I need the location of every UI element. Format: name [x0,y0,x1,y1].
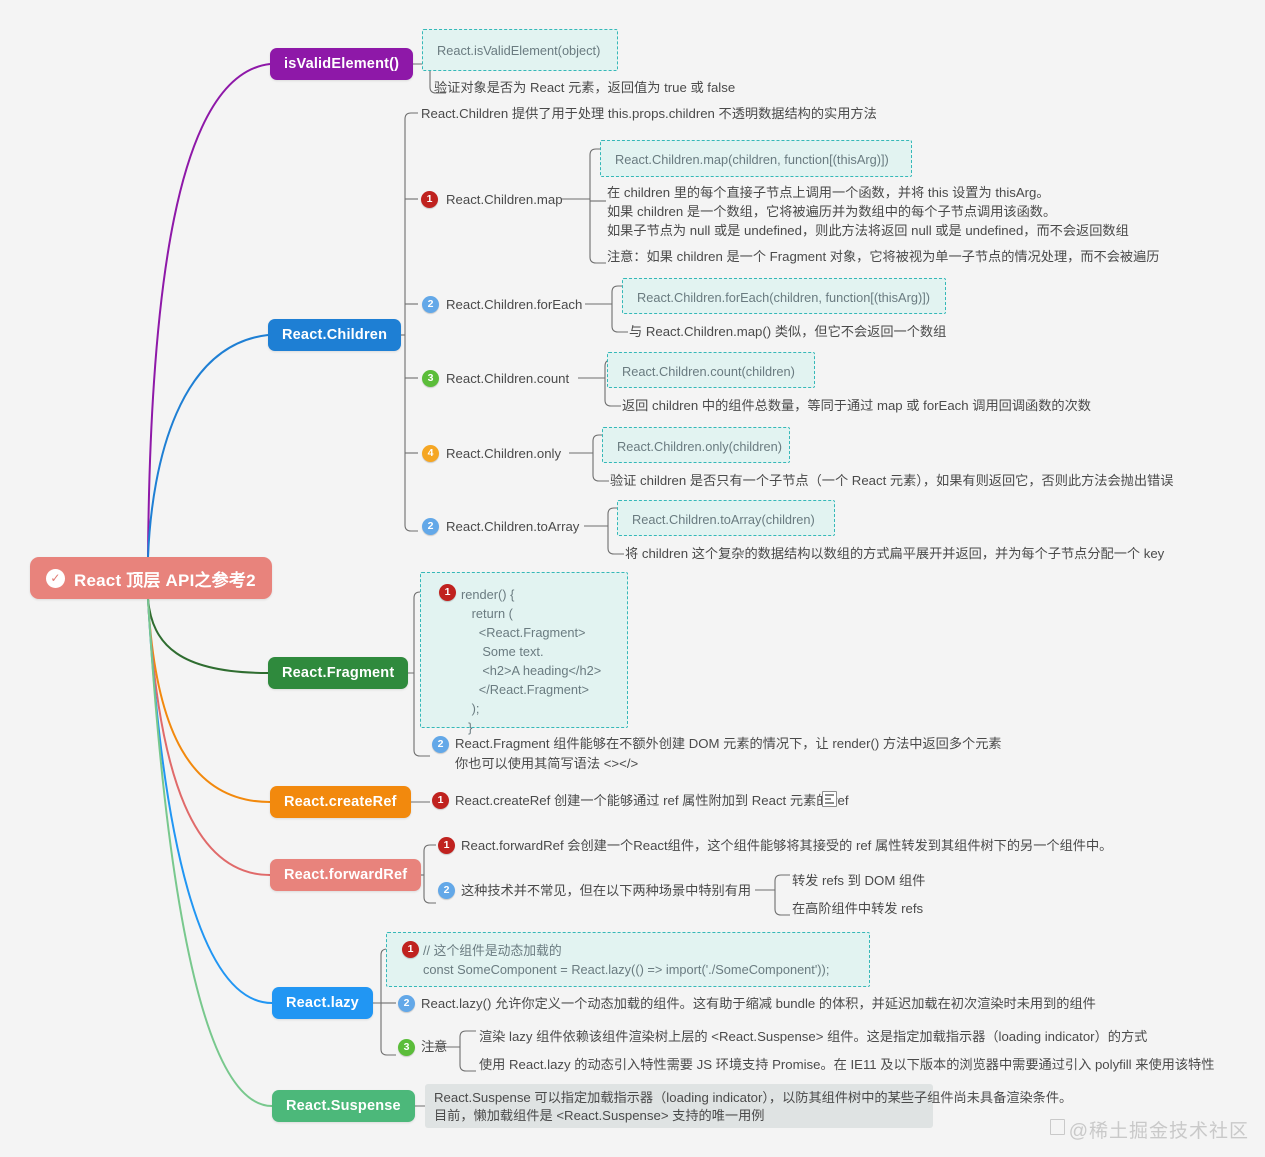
branch-label: isValidElement() [284,56,400,72]
desc-children-foreach: 与 React.Children.map() 类似，但它不会返回一个数组 [629,324,947,339]
branch-node-isvalidelement[interactable]: isValidElement() [270,48,414,80]
branch-node-suspense[interactable]: React.Suspense [272,1090,415,1122]
code-text: // 这个组件是动态加载的 const SomeComponent = Reac… [423,943,830,977]
code-box-children-map: React.Children.map(children, function[(t… [600,140,912,177]
branch-node-children[interactable]: React.Children [268,319,402,351]
badge-children-map: 1 [421,191,438,208]
desc-children-toarray: 将 children 这个复杂的数据结构以数组的方式扁平展开并返回，并为每个子节… [625,546,1165,561]
branch-label: React.Children [282,327,388,343]
label-children-count[interactable]: React.Children.count [446,369,569,389]
desc-fragment-1: React.Fragment 组件能够在不额外创建 DOM 元素的情况下，让 r… [455,736,1002,751]
code-text: React.Children.only(children) [617,439,783,454]
code-text: React.Children.forEach(children, functio… [637,290,931,305]
badge-lazy-code: 1 [402,941,419,958]
desc-forwardref-2: 这种技术并不常见，但在以下两种场景中特别有用 [461,883,752,898]
label-children-only[interactable]: React.Children.only [446,444,561,464]
branch-label: React.forwardRef [284,867,408,883]
code-box-children-count: React.Children.count(children) [607,352,815,388]
badge-fragment-desc: 2 [432,736,449,753]
watermark-text: @稀土掘金技术社区 [1068,1121,1249,1142]
badge-children-count: 3 [422,370,439,387]
label-children-map[interactable]: React.Children.map [446,190,563,210]
badge-fragment-code: 1 [439,584,456,601]
code-text: React.isValidElement(object) [437,43,601,58]
badge-children-foreach: 2 [422,296,439,313]
branch-node-forwardref[interactable]: React.forwardRef [270,859,422,891]
watermark: @稀土掘金技术社区 [1049,1116,1249,1143]
code-box-lazy: // 这个组件是动态加载的 const SomeComponent = Reac… [386,932,870,987]
desc-isvalidelement: 验证对象是否为 React 元素，返回值为 true 或 false [434,80,736,95]
desc-fragment-2: 你也可以使用其简写语法 <></> [455,756,639,771]
code-text: React.Children.map(children, function[(t… [615,152,889,167]
code-text: React.Children.toArray(children) [632,512,815,527]
children-intro: React.Children 提供了用于处理 this.props.childr… [421,106,877,121]
desc-children-count: 返回 children 中的组件总数量，等同于通过 map 或 forEach … [622,398,1091,413]
branch-node-lazy[interactable]: React.lazy [272,987,373,1019]
note-lazy-1: 渲染 lazy 组件依赖该组件渲染树上层的 <React.Suspense> 组… [479,1029,1148,1044]
code-text: render() { return ( <React.Fragment> Som… [461,587,602,735]
mindmap-canvas: ✓ React 顶层 API之参考2 isValidElement() Reac… [0,0,1265,1157]
note-lazy-2: 使用 React.lazy 的动态引入特性需要 JS 环境支持 Promise。… [479,1057,1215,1072]
code-box-isvalidelement: React.isValidElement(object) [422,29,618,71]
desc-suspense-2: 目前，懒加载组件是 <React.Suspense> 支持的唯一用例 [434,1108,765,1123]
desc-children-map-3: 如果子节点为 null 或是 undefined，则此方法将返回 null 或是… [607,223,1129,238]
branch-label: React.Suspense [286,1098,401,1114]
desc-createref: React.createRef 创建一个能够通过 ref 属性附加到 React… [455,793,849,808]
check-circle-icon: ✓ [46,568,65,588]
badge-children-toarray: 2 [422,518,439,535]
badge-lazy-note: 3 [398,1039,415,1056]
desc-children-only: 验证 children 是否只有一个子节点（一个 React 元素），如果有则返… [610,473,1174,488]
label-children-foreach[interactable]: React.Children.forEach [446,295,582,315]
branch-node-createref[interactable]: React.createRef [270,786,411,818]
label-lazy-note: 注意 [421,1039,448,1054]
badge-lazy-desc: 2 [398,995,415,1012]
document-icon[interactable] [822,791,837,807]
desc-lazy: React.lazy() 允许你定义一个动态加载的组件。这有助于缩减 bundl… [421,996,1096,1011]
branch-label: React.lazy [286,995,359,1011]
desc-children-map-1: 在 children 里的每个直接子节点上调用一个函数，并将 this 设置为 … [607,185,1050,200]
code-box-children-foreach: React.Children.forEach(children, functio… [622,278,946,314]
badge-forwardref-1: 1 [438,837,455,854]
note-children-map: 注意：如果 children 是一个 Fragment 对象，它将被视为单一子节… [607,249,1160,264]
code-box-children-toarray: React.Children.toArray(children) [617,500,835,536]
badge-createref: 1 [432,792,449,809]
code-text: React.Children.count(children) [622,364,795,379]
desc-children-map-2: 如果 children 是一个数组，它将被遍历并为数组中的每个子节点调用该函数。 [607,204,1057,219]
badge-children-only: 4 [422,445,439,462]
code-box-children-only: React.Children.only(children) [602,427,790,463]
label-children-toarray[interactable]: React.Children.toArray [446,517,579,537]
desc-forwardref-1: React.forwardRef 会创建一个React组件，这个组件能够将其接受… [461,838,1113,853]
desc-suspense-1: React.Suspense 可以指定加载指示器（loading indicat… [434,1090,1073,1105]
subitem-forwardref-2: 在高阶组件中转发 refs [792,901,924,916]
badge-forwardref-2: 2 [438,882,455,899]
document-icon [1049,1118,1065,1135]
branch-label: React.createRef [284,794,397,810]
root-node-label: React 顶层 API之参考2 [74,570,256,590]
branch-label: React.Fragment [282,665,395,681]
branch-node-fragment[interactable]: React.Fragment [268,657,409,689]
subitem-forwardref-1: 转发 refs 到 DOM 组件 [792,873,926,888]
root-node[interactable]: ✓ React 顶层 API之参考2 [30,557,272,599]
